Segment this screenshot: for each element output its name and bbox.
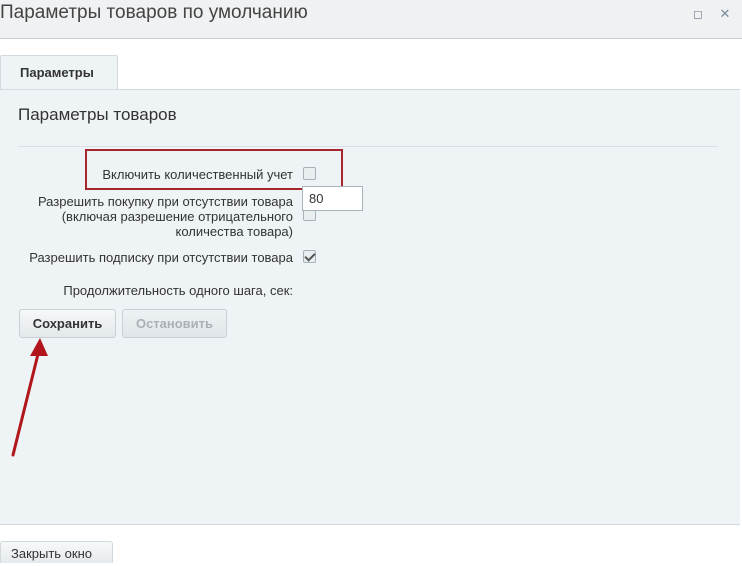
close-window-button[interactable]: Закрыть окно	[0, 541, 113, 563]
arrow-shaft	[11, 348, 41, 457]
pointer-arrow	[11, 338, 48, 457]
